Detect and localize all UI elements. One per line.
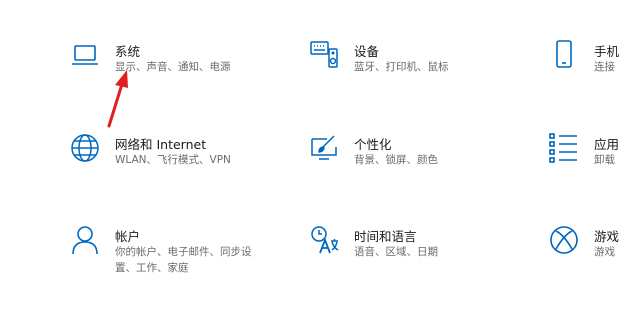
tile-title: 系统 bbox=[115, 44, 141, 59]
tile-description: 背景、锁屏、颜色 bbox=[354, 154, 438, 166]
tile-description-line: 置、工作、家庭 bbox=[115, 262, 189, 274]
globe-icon bbox=[70, 133, 100, 163]
tile-description-line: 你的帐户、电子邮件、同步设 bbox=[115, 246, 252, 258]
phone-icon bbox=[549, 40, 579, 70]
tile-title: 设备 bbox=[354, 44, 380, 59]
tile-title: 个性化 bbox=[354, 137, 392, 152]
tile-title: 应用 bbox=[594, 137, 620, 152]
tile-description: 连接 bbox=[594, 61, 615, 73]
person-icon bbox=[70, 225, 100, 255]
tile-title: 帐户 bbox=[115, 229, 141, 244]
tile-description: WLAN、飞行模式、VPN bbox=[115, 154, 231, 166]
time-language-icon bbox=[309, 225, 339, 255]
tile-title: 网络和 Internet bbox=[115, 137, 207, 152]
tile-description: 游戏 bbox=[594, 246, 615, 258]
tile-title: 时间和语言 bbox=[354, 229, 417, 244]
tile-description: 语音、区域、日期 bbox=[354, 246, 438, 258]
tile-title: 游戏 bbox=[594, 229, 620, 244]
tile-description: 卸载 bbox=[594, 154, 615, 166]
settings-home: { "accent_color": "#0067c0", "annotation… bbox=[0, 0, 620, 309]
annotation-arrow bbox=[107, 70, 128, 128]
tile-description: 蓝牙、打印机、鼠标 bbox=[354, 61, 449, 73]
personalization-icon bbox=[309, 133, 339, 163]
apps-list-icon bbox=[549, 133, 579, 163]
keyboard-speaker-icon bbox=[309, 40, 339, 70]
xbox-icon bbox=[549, 225, 579, 255]
tile-title: 手机 bbox=[594, 44, 620, 59]
tile-description: 你的帐户、电子邮件、同步设 置、工作、家庭 bbox=[115, 244, 252, 276]
laptop-icon bbox=[70, 40, 100, 70]
